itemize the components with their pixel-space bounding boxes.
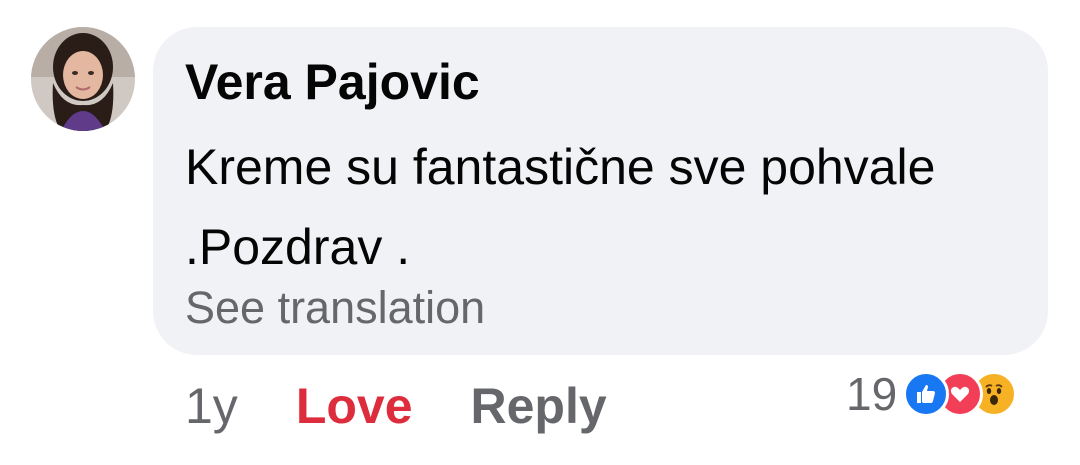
comment-author[interactable]: Vera Pajovic xyxy=(185,53,480,111)
comment-bubble: Vera Pajovic Kreme su fantastične sve po… xyxy=(153,27,1048,355)
reaction-count: 19 xyxy=(846,368,898,420)
love-reaction-button[interactable]: Love xyxy=(296,377,413,435)
comment: Vera Pajovic Kreme su fantastične sve po… xyxy=(0,0,1080,465)
see-translation-link[interactable]: See translation xyxy=(185,282,485,334)
comment-timestamp[interactable]: 1y xyxy=(185,377,238,435)
comment-text: Kreme su fantastične sve pohvale .Pozdra… xyxy=(185,139,936,275)
comment-actions: 1y Love Reply xyxy=(185,376,607,436)
like-icon xyxy=(903,371,950,417)
avatar[interactable] xyxy=(31,27,135,131)
avatar-photo xyxy=(31,27,135,131)
reaction-summary[interactable]: 19 xyxy=(846,366,1018,422)
reply-button[interactable]: Reply xyxy=(471,377,607,435)
